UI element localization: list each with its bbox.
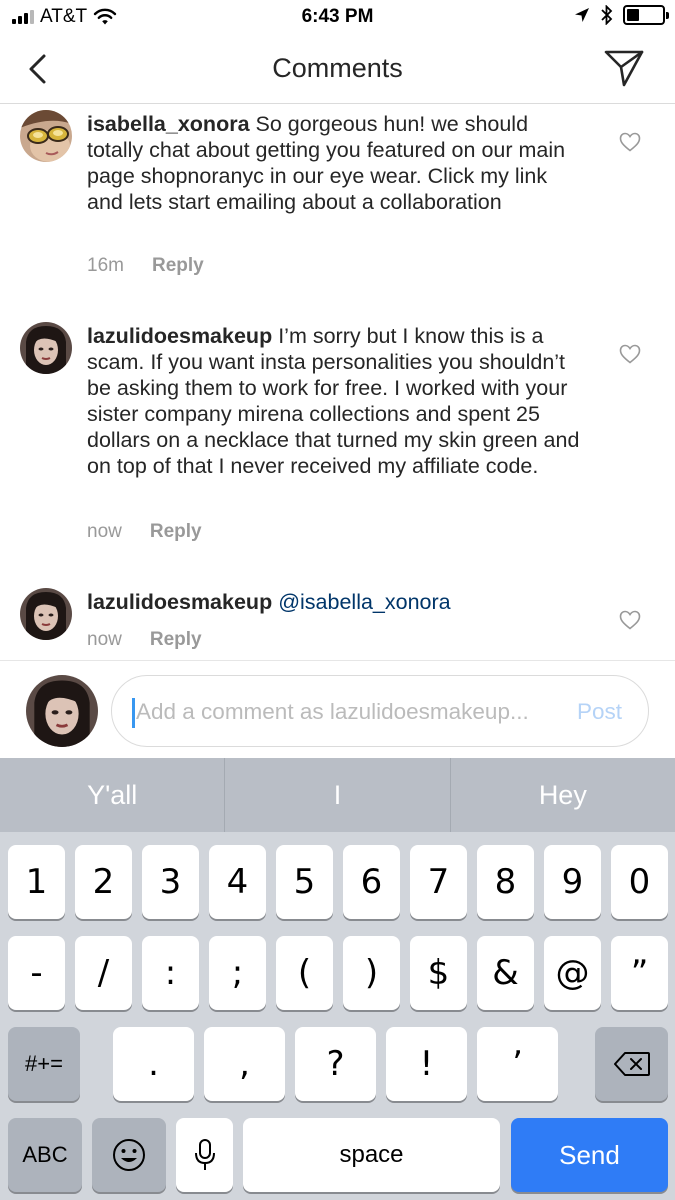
comment-username[interactable]: lazulidoesmakeup	[87, 590, 272, 614]
nav-header: Comments	[0, 34, 675, 104]
comment-username[interactable]: isabella_xonora	[87, 112, 250, 136]
key-slash[interactable]: /	[75, 936, 132, 1010]
comment-item: lazulidoesmakeup I’m sorry but I know th…	[0, 317, 675, 567]
comment-text: isabella_xonora So gorgeous hun! we shou…	[87, 111, 587, 215]
key-at[interactable]: @	[544, 936, 601, 1010]
direct-send-icon[interactable]	[603, 48, 645, 88]
key-apostrophe[interactable]: ’	[477, 1027, 558, 1101]
avatar[interactable]	[20, 322, 72, 374]
key-6[interactable]: 6	[343, 845, 400, 919]
key-exclamation[interactable]: !	[386, 1027, 467, 1101]
comment-composer: Add a comment as lazulidoesmakeup... Pos…	[0, 660, 675, 758]
key-colon[interactable]: :	[142, 936, 199, 1010]
key-9[interactable]: 9	[544, 845, 601, 919]
comment-item: lazulidoesmakeup @isabella_xonora now Re…	[0, 583, 675, 660]
suggestion-1[interactable]: Y'all	[0, 758, 224, 832]
suggestion-3[interactable]: Hey	[449, 758, 675, 832]
abc-key[interactable]: ABC	[8, 1118, 82, 1192]
status-bar: AT&T 6:43 PM	[0, 0, 675, 34]
comment-text: lazulidoesmakeup I’m sorry but I know th…	[87, 323, 587, 479]
heart-icon[interactable]	[619, 344, 641, 364]
key-7[interactable]: 7	[410, 845, 467, 919]
comment-meta: 16m Reply	[87, 255, 204, 277]
delete-key-icon	[613, 1052, 650, 1076]
symbols-toggle-key[interactable]: #+=	[8, 1027, 80, 1101]
page-title: Comments	[272, 53, 403, 83]
comment-timestamp: now	[87, 629, 122, 650]
comment-text: lazulidoesmakeup @isabella_xonora	[87, 589, 587, 615]
space-key[interactable]: space	[243, 1118, 500, 1192]
key-ampersand[interactable]: &	[477, 936, 534, 1010]
key-open-paren[interactable]: (	[276, 936, 333, 1010]
key-5[interactable]: 5	[276, 845, 333, 919]
comment-timestamp: 16m	[87, 255, 124, 276]
key-1[interactable]: 1	[8, 845, 65, 919]
reply-button[interactable]: Reply	[150, 521, 202, 543]
comment-meta: now Reply	[87, 521, 202, 543]
send-key[interactable]: Send	[511, 1118, 668, 1192]
key-close-paren[interactable]: )	[343, 936, 400, 1010]
dictation-key[interactable]	[176, 1118, 233, 1192]
avatar[interactable]	[20, 588, 72, 640]
suggestion-2[interactable]: I	[224, 758, 449, 832]
comment-mention[interactable]: @isabella_xonora	[278, 590, 450, 614]
key-2[interactable]: 2	[75, 845, 132, 919]
key-4[interactable]: 4	[209, 845, 266, 919]
heart-icon[interactable]	[619, 610, 641, 630]
comment-username[interactable]: lazulidoesmakeup	[87, 324, 272, 348]
bluetooth-icon	[601, 5, 613, 25]
emoji-icon	[113, 1139, 145, 1171]
keyboard: 1 2 3 4 5 6 7 8 9 0 - / : ; ( ) $ & @ ” …	[0, 832, 675, 1200]
key-0[interactable]: 0	[611, 845, 668, 919]
comment-placeholder: Add a comment as lazulidoesmakeup...	[136, 699, 529, 724]
text-cursor	[132, 698, 135, 728]
battery-icon	[623, 5, 669, 25]
location-icon	[575, 8, 589, 22]
key-3[interactable]: 3	[142, 845, 199, 919]
delete-key[interactable]	[595, 1027, 668, 1101]
key-question[interactable]: ?	[295, 1027, 376, 1101]
comment-item: isabella_xonora So gorgeous hun! we shou…	[0, 105, 675, 305]
key-quote[interactable]: ”	[611, 936, 668, 1010]
comments-list[interactable]: isabella_xonora So gorgeous hun! we shou…	[0, 105, 675, 660]
post-button[interactable]: Post	[577, 699, 622, 725]
reply-button[interactable]: Reply	[150, 629, 202, 651]
current-user-avatar	[26, 675, 98, 747]
comment-meta: now Reply	[87, 629, 202, 651]
status-right	[574, 5, 669, 25]
predictive-text-bar: Y'all I Hey	[0, 758, 675, 832]
key-period[interactable]: .	[113, 1027, 194, 1101]
comment-timestamp: now	[87, 521, 122, 542]
microphone-icon	[194, 1139, 215, 1170]
key-semicolon[interactable]: ;	[209, 936, 266, 1010]
key-dollar[interactable]: $	[410, 936, 467, 1010]
reply-button[interactable]: Reply	[152, 255, 204, 277]
heart-icon[interactable]	[619, 132, 641, 152]
key-8[interactable]: 8	[477, 845, 534, 919]
key-comma[interactable]: ,	[204, 1027, 285, 1101]
key-hyphen[interactable]: -	[8, 936, 65, 1010]
emoji-key[interactable]	[92, 1118, 166, 1192]
comment-input[interactable]: Add a comment as lazulidoesmakeup... Pos…	[111, 675, 649, 747]
avatar[interactable]	[20, 110, 72, 162]
